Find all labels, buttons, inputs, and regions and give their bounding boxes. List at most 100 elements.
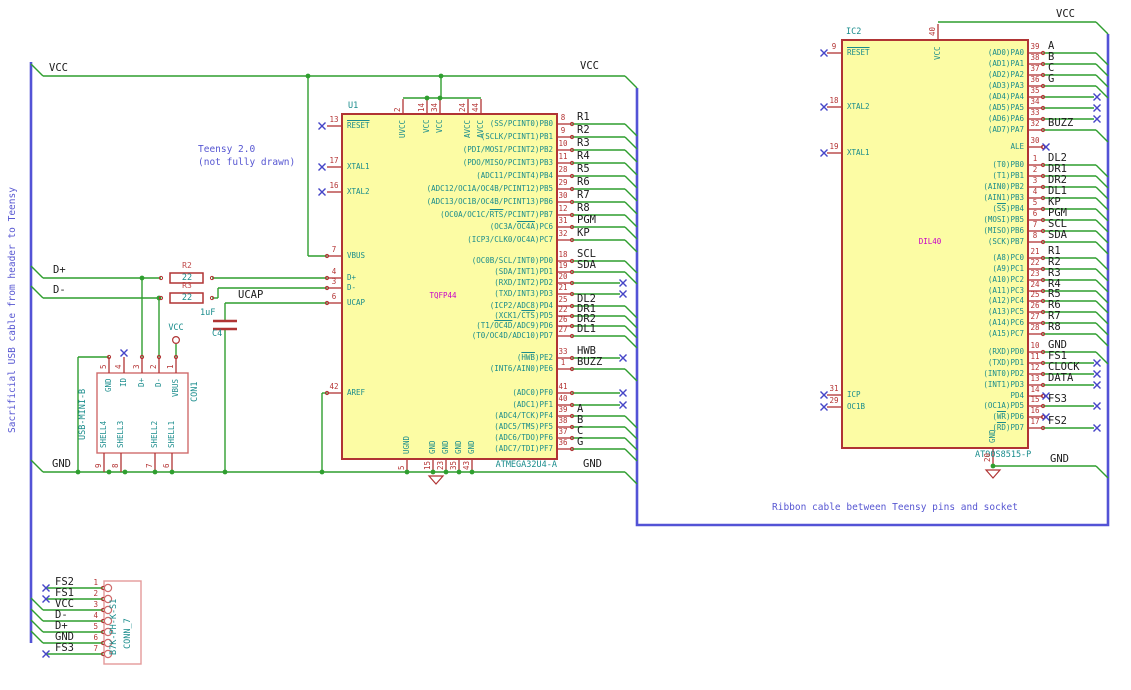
pin-name: (XCK1/CTS)PD5 [494,311,553,320]
pin-name: OC1B [847,402,866,411]
pin-name: (ADC12/OC1A/OC4B/PCINT12)PB5 [426,184,553,193]
pin-number: 4 [1032,187,1038,196]
pin-number: 31 [558,216,568,225]
pin-name: RESET [847,48,870,57]
pin-name: SHELL3 [116,420,125,448]
net-label: FS1 [1048,350,1067,362]
pin-name: GND [454,440,463,454]
pin-name: (A12)PC4 [987,296,1024,305]
component-ref: C4 [212,329,223,339]
net-label: FS2 [55,576,74,588]
pin-name: D+ [347,273,357,282]
vcc-power-icon [172,336,181,345]
pin-name: (SDA/INT1)PD1 [494,267,553,276]
pin-name: (A10)PC2 [987,275,1024,284]
pin-name: (ICP2/ADC8)PD4 [489,301,553,310]
net-label: DR1 [1048,163,1067,175]
pin-number: 2 [393,107,402,112]
pin-name: (SCK)PB7 [987,237,1024,246]
net-label: SCL [577,248,596,260]
net-label-vcc: VCC [580,60,599,72]
pin-number: 4 [331,267,337,276]
component-ref: CONN_7 [123,618,133,649]
pin-name: (ADC13/OC1B/OC4B/PCINT13)PB6 [426,197,553,206]
pin-name: (OC0B/SCL/INT0)PD0 [471,256,553,265]
net-label: R7 [577,189,590,201]
net-label-dminus: D- [53,284,66,296]
pin-number: 12 [558,204,568,213]
net-label: GND [1048,339,1067,351]
pin-name: (T1/OC4D/ADC9)PD6 [476,321,553,330]
net-label: R1 [1048,245,1061,257]
no-connect-icon [1093,424,1101,432]
pin-number: 36 [1030,75,1040,84]
pin-name: GND [467,440,476,454]
net-label: DL1 [577,323,596,335]
c4-symbol[interactable] [213,319,237,331]
pin-number: 26 [1030,301,1040,310]
pin-number: 40 [558,394,568,403]
pin-name: (T0/OC4D/ADC10)PD7 [471,331,553,340]
pin-number: 7 [145,463,154,468]
pin-name: VBUS [171,378,180,397]
pin-name: (INT0)PD2 [983,369,1024,378]
vcc-pin-label: VCC [168,323,184,333]
pin-number: 24 [458,102,467,112]
pin-number: 33 [1030,108,1040,117]
net-label: SDA [577,259,596,271]
net-label: BUZZ [577,356,603,368]
component-ref: CON1 [190,381,200,402]
pin-number: 17 [1030,417,1040,426]
pin-number: 43 [462,460,471,470]
pin-name: UVCC [398,119,407,138]
pin-number: 8 [1032,231,1038,240]
net-label-gnd: GND [583,458,602,470]
net-label: R6 [577,176,590,188]
note-teensy: (not fully drawn) [198,157,296,168]
pin-number: 2 [149,364,158,369]
pin-number: 10 [1030,341,1040,350]
pin-number: 1 [93,578,98,587]
pin-number: 2 [93,589,98,598]
pin-number: 13 [1030,374,1040,383]
pin-number: 3 [1032,176,1038,185]
pin-number: 41 [558,382,568,391]
pin-number: 6 [331,292,337,301]
no-connect-icon [1093,359,1101,367]
pin-number: 29 [558,178,568,187]
pin-name: (RXD)PD0 [987,347,1024,356]
pin-name: (A13)PC5 [987,307,1024,316]
pin-number: 4 [114,364,123,369]
pin-number: 1 [560,358,566,367]
net-label-ucap: UCAP [238,289,264,301]
pin-name: (A8)PC0 [992,253,1024,262]
net-label: G [1048,73,1055,85]
pin-name: (PDO/MISO/PCINT3)PB3 [462,158,553,167]
net-label: D+ [55,620,68,632]
pin-number: 9 [831,42,837,51]
pin-name: SHELL1 [167,420,176,448]
gnd-symbol-icon [427,475,445,485]
net-label: FS3 [1048,393,1067,405]
pin-number: 7 [93,644,98,653]
pin-number: 44 [471,102,480,112]
pin-name: (ADC0)PF0 [512,388,553,397]
pin-name: SHELL2 [150,420,159,448]
pin-number: 19 [558,261,568,270]
pin-number: 4 [93,611,98,620]
pin-name: (TXD/INT3)PD3 [494,289,553,298]
pin-number: 5 [1032,198,1038,207]
component-value: 1uF [200,308,216,318]
net-label-vcc: VCC [1056,8,1075,20]
net-label: SDA [1048,229,1067,241]
net-label: KP [577,227,590,239]
pin-name: (A9)PC1 [992,264,1024,273]
net-label: R6 [1048,299,1061,311]
pin-number: 6 [162,463,171,468]
component-ref: R2 [182,261,192,270]
pin-name: (AD6)PA6 [987,114,1024,123]
pin-name: D- [154,378,163,388]
no-connect-icon [1093,115,1101,123]
pin-name: (AD3)PA3 [987,81,1024,90]
pin-number: 34 [430,102,439,112]
